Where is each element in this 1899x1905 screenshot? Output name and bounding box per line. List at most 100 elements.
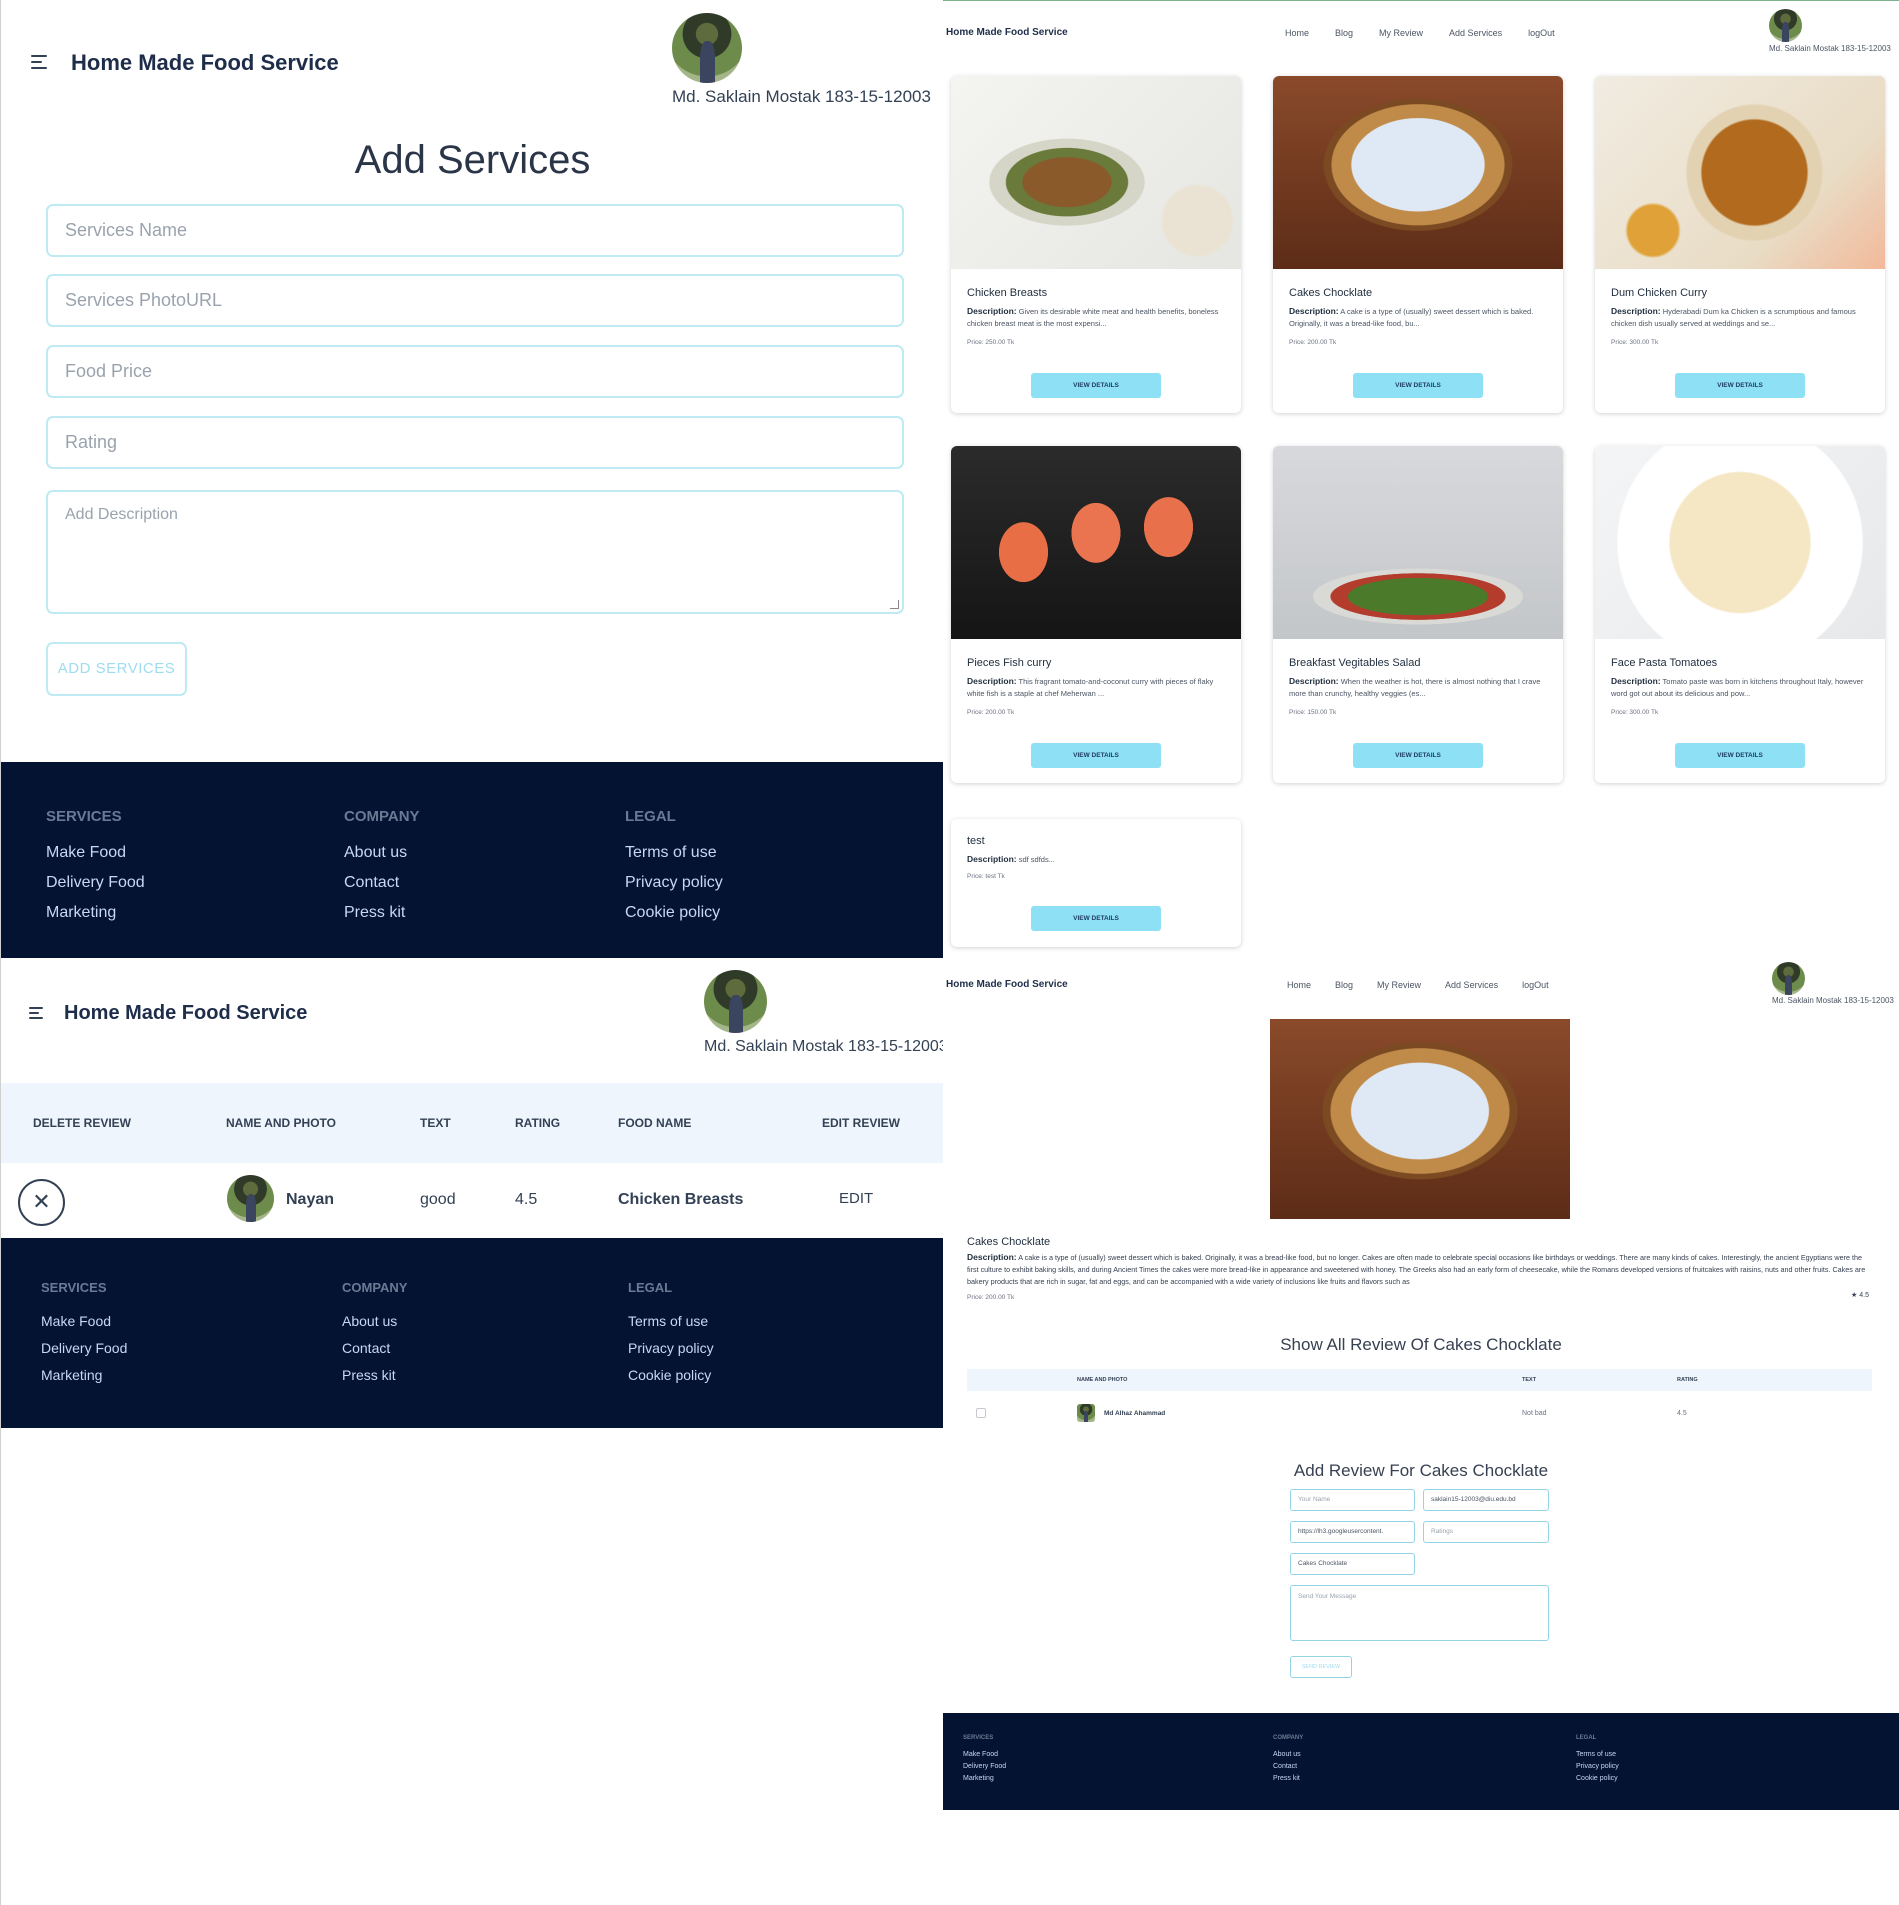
food-image (1273, 446, 1563, 639)
brand-title[interactable]: Home Made Food Service (946, 27, 1068, 38)
nav-home[interactable]: Home (1285, 28, 1309, 38)
ratings-input[interactable]: Ratings (1423, 1521, 1549, 1543)
avatar[interactable] (1769, 9, 1802, 42)
rating-input[interactable]: Rating (46, 416, 904, 469)
footer-link[interactable]: Privacy policy (625, 874, 723, 892)
service-price: Price: 300.00 Tk (1611, 709, 1659, 716)
footer-heading: SERVICES (46, 808, 122, 825)
photo-url-field[interactable]: https://lh3.googleusercontent. (1290, 1521, 1415, 1543)
footer-link[interactable]: Cookie policy (628, 1367, 714, 1383)
column-header: NAME AND PHOTO (226, 1116, 337, 1130)
footer-legal: LEGAL Terms of use Privacy policy Cookie… (1576, 1735, 1619, 1782)
service-title: Cakes Chocklate (967, 1236, 1051, 1248)
brand-title[interactable]: Home Made Food Service (64, 1002, 307, 1025)
footer-link[interactable]: Delivery Food (46, 874, 145, 892)
footer-link[interactable]: About us (1273, 1751, 1303, 1758)
view-details-button[interactable]: VIEW DETAILS (1031, 373, 1161, 398)
nav-logout[interactable]: logOut (1522, 980, 1549, 990)
review-table-header: DELETE REVIEW NAME AND PHOTO TEXT RATING… (1, 1083, 943, 1163)
column-header: FOOD NAME (618, 1116, 692, 1130)
view-details-button[interactable]: VIEW DETAILS (1353, 373, 1483, 398)
footer-link[interactable]: Contact (342, 1340, 407, 1356)
footer-link[interactable]: About us (342, 1313, 407, 1329)
menu-icon[interactable] (31, 55, 47, 69)
footer-heading: LEGAL (628, 1280, 673, 1295)
my-review-page: Home Made Food Service Md. Saklain Mosta… (0, 958, 943, 1905)
food-price-input[interactable]: Food Price (46, 345, 904, 398)
footer-link[interactable]: Make Food (963, 1751, 1006, 1758)
footer-link[interactable]: Press kit (342, 1367, 407, 1383)
brand-title[interactable]: Home Made Food Service (71, 50, 339, 76)
view-details-button[interactable]: VIEW DETAILS (1353, 743, 1483, 768)
email-field[interactable]: saklain15-12003@diu.edu.bd (1423, 1489, 1549, 1511)
service-details-page: Home Made Food Service Home Blog My Revi… (943, 958, 1899, 1905)
footer-link[interactable]: Privacy policy (628, 1340, 714, 1356)
services-photo-url-input[interactable]: Services PhotoURL (46, 274, 904, 327)
footer-link[interactable]: Terms of use (1576, 1751, 1619, 1758)
footer-link[interactable]: Contact (344, 874, 420, 892)
footer-link[interactable]: Marketing (46, 904, 145, 922)
service-title: Cakes Chocklate (1289, 287, 1373, 299)
services-name-input[interactable]: Services Name (46, 204, 904, 257)
message-textarea[interactable]: Send Your Message (1290, 1585, 1549, 1641)
nav-logout[interactable]: logOut (1528, 28, 1555, 38)
service-description: Description: A cake is a type of (usuall… (967, 1252, 1866, 1286)
view-details-button[interactable]: VIEW DETAILS (1675, 373, 1805, 398)
view-details-button[interactable]: VIEW DETAILS (1675, 743, 1805, 768)
delete-review-button[interactable]: ✕ (18, 1179, 65, 1226)
footer-link[interactable]: Terms of use (628, 1313, 714, 1329)
nav-home[interactable]: Home (1287, 980, 1311, 990)
service-description: Description: Tomato paste was born in ki… (1611, 676, 1864, 698)
service-price: Price: 200.00 Tk (1289, 339, 1337, 346)
nav-add-services[interactable]: Add Services (1445, 980, 1498, 990)
footer-link[interactable]: Marketing (41, 1367, 127, 1383)
service-description: Description: Hyderabadi Dum ka Chicken i… (1611, 306, 1856, 328)
column-header: TEXT (1522, 1377, 1537, 1383)
footer-heading: COMPANY (342, 1280, 408, 1295)
footer-link[interactable]: Terms of use (625, 844, 723, 862)
view-details-button[interactable]: VIEW DETAILS (1031, 906, 1161, 931)
review-food-name: Chicken Breasts (618, 1191, 744, 1208)
nav-my-review[interactable]: My Review (1377, 980, 1421, 990)
send-review-button[interactable]: SEND REVIEW (1290, 1656, 1352, 1678)
your-name-input[interactable]: Your Name (1290, 1489, 1415, 1511)
service-price: Price: 250.00 Tk (967, 339, 1015, 346)
service-title: Chicken Breasts (967, 287, 1048, 299)
footer-link[interactable]: About us (344, 844, 420, 862)
food-name-field[interactable]: Cakes Chocklate (1290, 1553, 1415, 1575)
footer-link[interactable]: Privacy policy (1576, 1763, 1619, 1770)
service-description: Description: When the weather is hot, th… (1289, 676, 1541, 698)
review-checkbox[interactable] (976, 1408, 986, 1418)
avatar[interactable] (1772, 962, 1805, 995)
service-price: Price: 300.00 Tk (1611, 339, 1659, 346)
footer-heading: SERVICES (41, 1280, 107, 1295)
nav-blog[interactable]: Blog (1335, 28, 1353, 38)
footer-link[interactable]: Marketing (963, 1775, 1006, 1782)
footer-link[interactable]: Press kit (1273, 1775, 1303, 1782)
view-details-button[interactable]: VIEW DETAILS (1031, 743, 1161, 768)
service-card: test Description: sdf sdfds... Price: te… (951, 819, 1241, 947)
footer-link[interactable]: Delivery Food (41, 1340, 127, 1356)
footer-heading: COMPANY (344, 808, 420, 825)
menu-icon[interactable] (29, 1007, 43, 1019)
page-title: Add Services (354, 138, 591, 182)
avatar[interactable] (672, 13, 742, 83)
footer-link[interactable]: Cookie policy (1576, 1775, 1619, 1782)
footer-link[interactable]: Cookie policy (625, 904, 723, 922)
brand-title[interactable]: Home Made Food Service (946, 979, 1068, 990)
footer-link[interactable]: Contact (1273, 1763, 1303, 1770)
nav-my-review[interactable]: My Review (1379, 28, 1423, 38)
add-services-button[interactable]: ADD SERVICES (46, 642, 187, 696)
column-header: DELETE REVIEW (33, 1116, 132, 1130)
footer-link[interactable]: Make Food (41, 1313, 127, 1329)
service-title: Dum Chicken Curry (1611, 287, 1707, 299)
footer-link[interactable]: Make Food (46, 844, 145, 862)
footer-link[interactable]: Delivery Food (963, 1763, 1006, 1770)
nav-add-services[interactable]: Add Services (1449, 28, 1502, 38)
reviewer-photo (227, 1175, 274, 1222)
avatar[interactable] (704, 970, 767, 1033)
footer-link[interactable]: Press kit (344, 904, 420, 922)
description-textarea[interactable]: Add Description (46, 490, 904, 614)
nav-blog[interactable]: Blog (1335, 980, 1353, 990)
edit-review-button[interactable]: EDIT (839, 1190, 873, 1207)
